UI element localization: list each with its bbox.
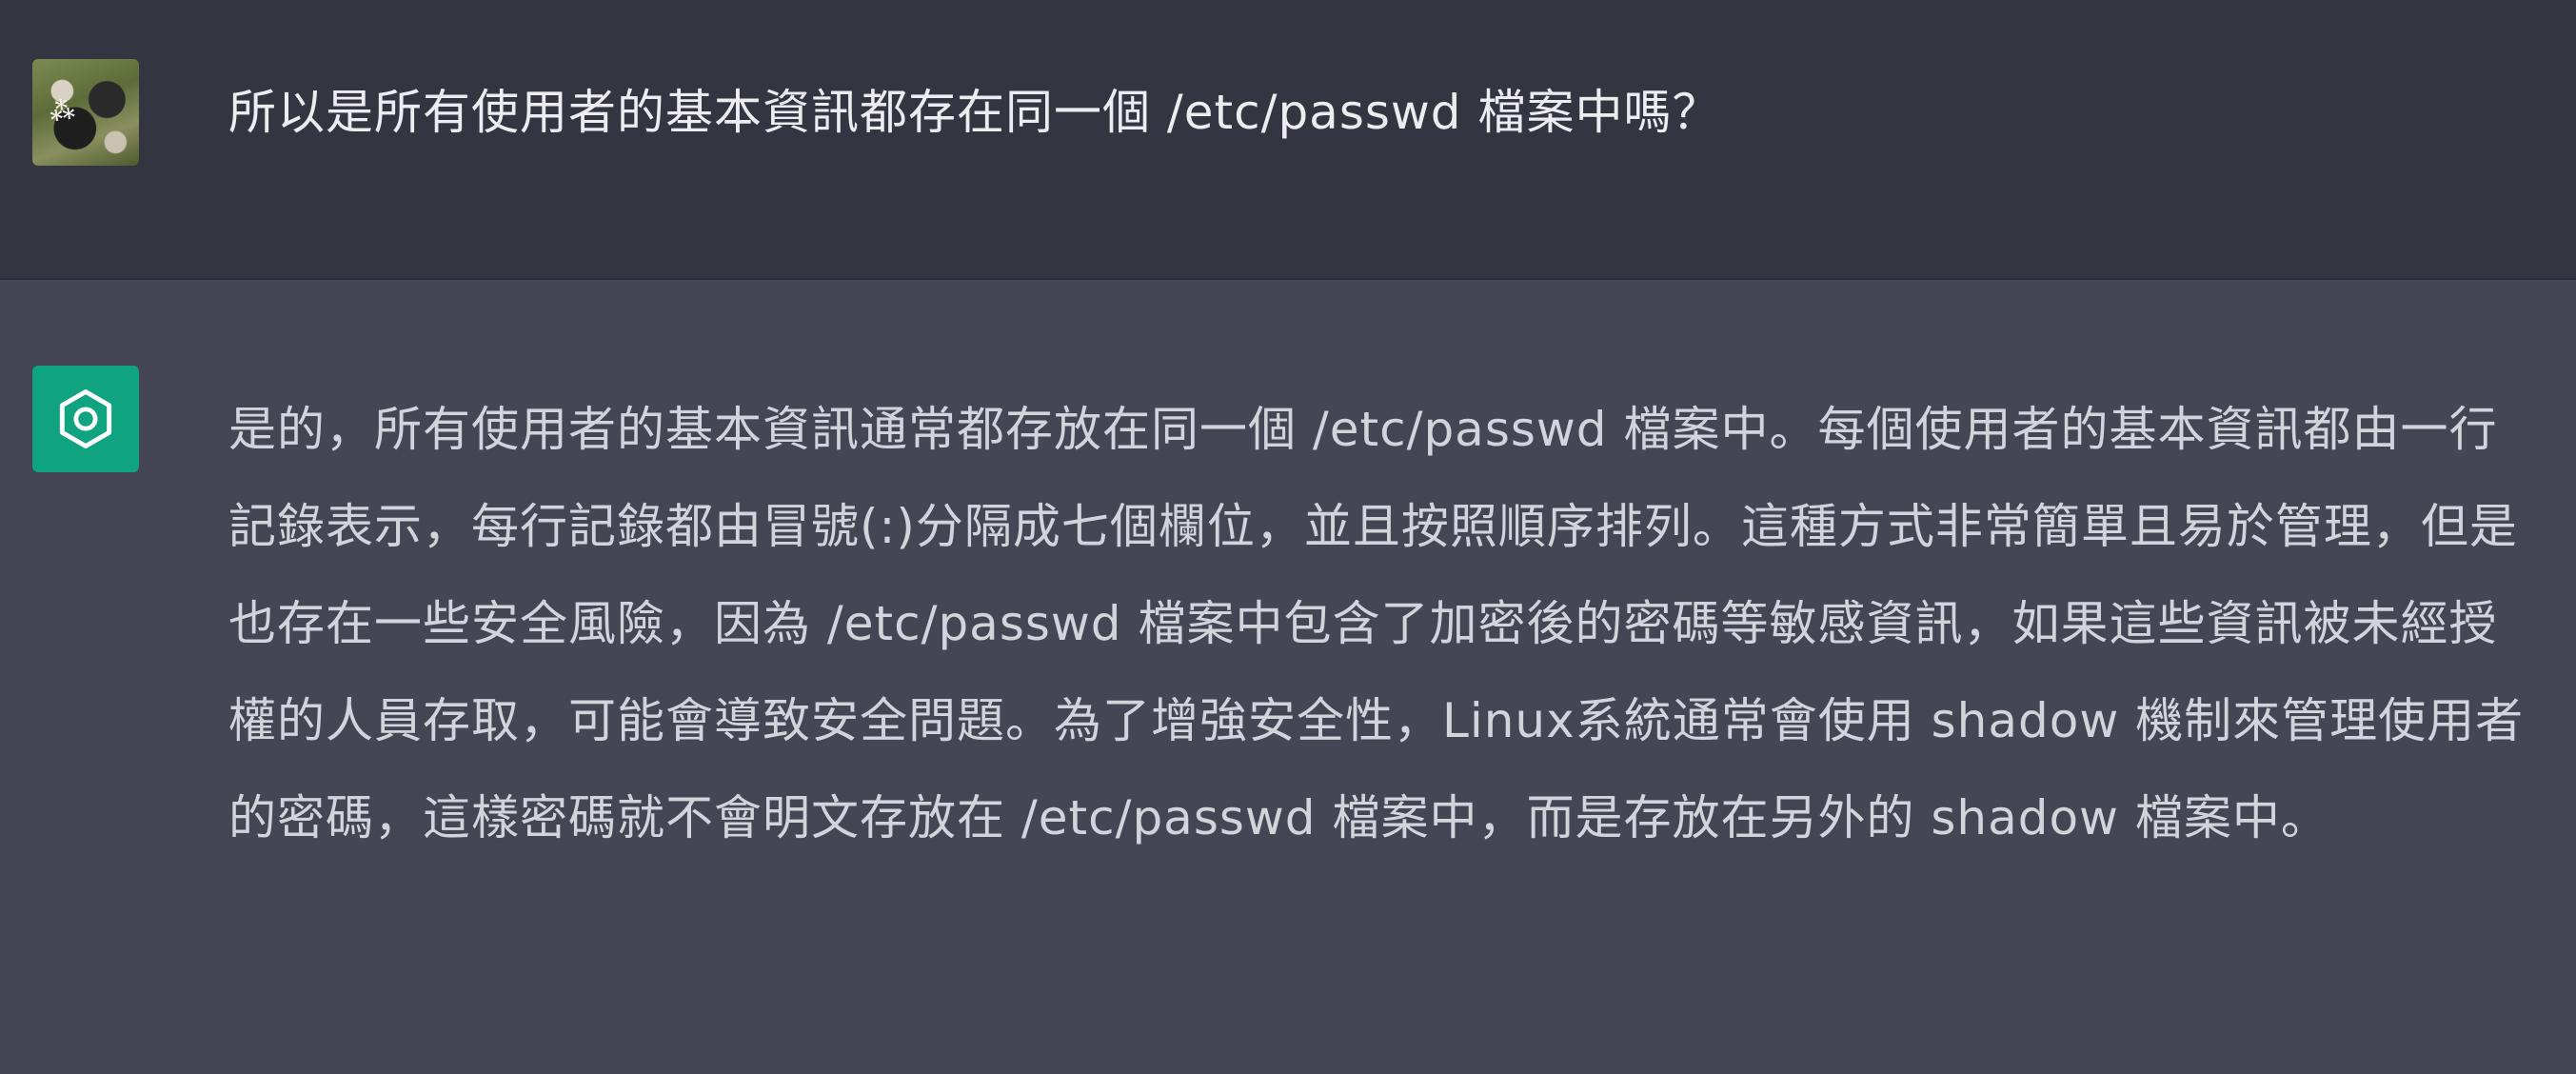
openai-logo-icon [59, 389, 112, 448]
assistant-message-row: 是的，所有使用者的基本資訊通常都存放在同一個 /etc/passwd 檔案中。每… [0, 280, 2576, 1074]
user-avatar: ⁂ [32, 59, 139, 166]
chat-thread: ⁂ 所以是所有使用者的基本資訊都存在同一個 /etc/passwd 檔案中嗎？ … [0, 0, 2576, 1074]
assistant-avatar [32, 366, 139, 472]
assistant-message-text: 是的，所有使用者的基本資訊通常都存放在同一個 /etc/passwd 檔案中。每… [228, 402, 2525, 845]
avatar-photo-icon: ⁂ [48, 95, 79, 128]
user-message-text: 所以是所有使用者的基本資訊都存在同一個 /etc/passwd 檔案中嗎？ [228, 85, 1721, 140]
user-message-row: ⁂ 所以是所有使用者的基本資訊都存在同一個 /etc/passwd 檔案中嗎？ [0, 0, 2576, 280]
